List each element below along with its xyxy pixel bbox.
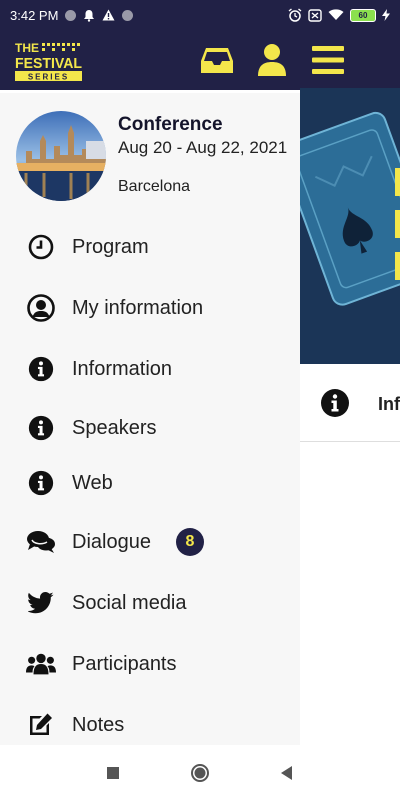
festival-logo: THE FESTIVAL SERIES (15, 41, 82, 82)
status-bar: 3:42 PM 60 (0, 0, 400, 30)
charging-icon (382, 9, 390, 21)
info-icon (26, 413, 56, 443)
drawer-item-web[interactable]: Web (0, 455, 300, 511)
drawer-item-label: Information (72, 357, 173, 380)
drawer-item-label: Notes (72, 713, 125, 736)
info-row[interactable]: Inf (300, 364, 400, 442)
info-icon (26, 468, 56, 498)
square-icon (107, 766, 120, 779)
city-photo-image (16, 111, 106, 201)
battery-icon: 60 (350, 8, 376, 22)
system-nav-bar (0, 745, 400, 800)
wifi-icon (328, 9, 344, 20)
drawer-item-information[interactable]: Information (0, 341, 300, 397)
drawer-item-label: Speakers (72, 416, 157, 439)
bell-icon (84, 9, 95, 22)
circle-icon (190, 763, 209, 782)
drawer-item-social-media[interactable]: Social media (0, 575, 300, 631)
drawer-item-label: Web (72, 471, 113, 494)
drawer-item-label: Social media (72, 591, 187, 614)
navigation-drawer: Conference Aug 20 - Aug 22, 2021 Barcelo… (0, 93, 300, 745)
event-profile[interactable]: Conference Aug 20 - Aug 22, 2021 Barcelo… (16, 111, 296, 203)
info-icon (26, 354, 56, 384)
event-dates: Aug 20 - Aug 22, 2021 (118, 138, 288, 157)
inbox-icon[interactable] (199, 42, 235, 78)
app-header: THE FESTIVAL SERIES (0, 30, 400, 90)
info-row-label: Inf (378, 394, 400, 414)
event-city: Barcelona (118, 178, 191, 195)
hero-image (300, 88, 400, 364)
event-name: Conference (118, 114, 223, 135)
logo-line2: FESTIVAL (15, 55, 82, 72)
drawer-item-label: Dialogue (72, 530, 151, 553)
user-icon[interactable] (254, 42, 290, 78)
status-left: 3:42 PM (10, 7, 134, 23)
alarm-icon (288, 8, 302, 22)
recents-button[interactable] (101, 761, 125, 785)
info-icon (321, 389, 349, 417)
drawer-item-program[interactable]: Program (0, 219, 300, 275)
status-right: 60 (288, 8, 390, 22)
logo-line3: SERIES (28, 73, 69, 82)
drawer-item-my-information[interactable]: My information (0, 280, 300, 336)
user-circle-icon (26, 293, 56, 323)
back-button[interactable] (275, 761, 299, 785)
drawer-item-label: My information (72, 296, 204, 319)
chat-icon (26, 527, 56, 557)
unread-badge: 8 (176, 528, 204, 556)
drawer-item-label: Participants (72, 652, 177, 675)
back-triangle-icon (280, 765, 292, 780)
status-time: 3:42 PM (10, 7, 59, 23)
event-avatar (16, 111, 106, 201)
sim-off-icon (308, 8, 322, 22)
playing-cards-image (300, 88, 400, 364)
drawer-item-label: Program (72, 235, 149, 258)
hamburger-menu-icon[interactable] (310, 42, 346, 78)
drawer-item-notes[interactable]: Notes (0, 697, 300, 745)
edit-icon (26, 710, 56, 740)
logo-line1: THE (15, 41, 39, 55)
notification-dot-icon (122, 9, 134, 21)
twitter-icon (26, 588, 56, 618)
drawer-item-dialogue[interactable]: Dialogue 8 (0, 514, 300, 570)
clock-icon (26, 232, 56, 262)
notification-dot-icon (65, 9, 77, 21)
drawer-item-participants[interactable]: Participants (0, 636, 300, 692)
drawer-item-speakers[interactable]: Speakers (0, 400, 300, 456)
home-button[interactable] (188, 761, 212, 785)
users-icon (26, 649, 56, 679)
warning-icon (102, 9, 115, 21)
